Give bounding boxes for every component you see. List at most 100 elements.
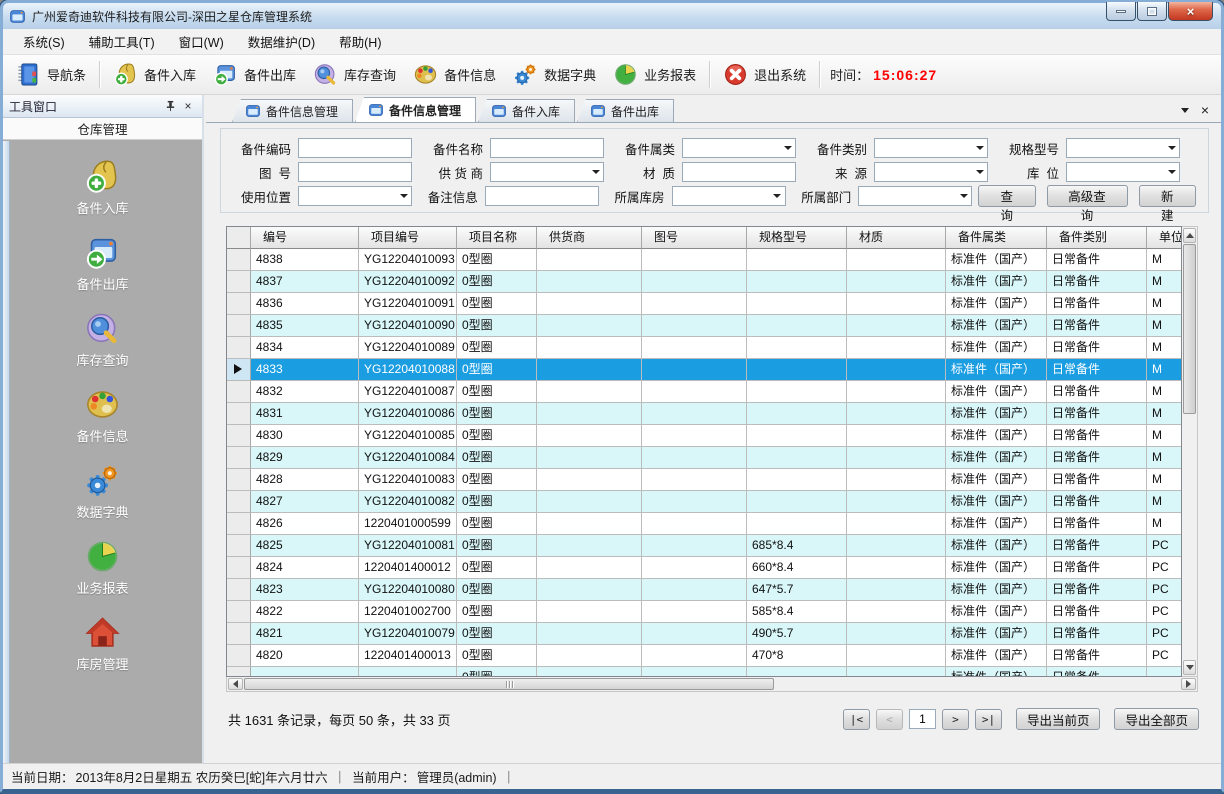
chevron-down-icon[interactable]: [1164, 163, 1179, 181]
tab-parts-in[interactable]: 备件入库: [478, 99, 575, 122]
tab-list-dropdown-icon[interactable]: [1179, 104, 1191, 116]
search-field-input[interactable]: [299, 163, 411, 181]
first-page-button[interactable]: |<: [843, 709, 870, 730]
export-current-page-button[interactable]: 导出当前页: [1016, 708, 1101, 730]
column-header[interactable]: 备件类别: [1047, 227, 1147, 249]
tab-parts-info-mgmt-2[interactable]: 备件信息管理: [355, 97, 476, 122]
previous-page-button[interactable]: <: [876, 709, 903, 730]
sidebar-item-data-dict[interactable]: 数据字典: [43, 461, 163, 521]
column-header[interactable]: 规格型号: [747, 227, 847, 249]
table-row[interactable]: 4836 YG12204010091 0型圈 标准件（国产） 日常备件 M: [227, 293, 1181, 315]
last-page-button[interactable]: >|: [975, 709, 1002, 730]
sidebar-item-parts-in[interactable]: 备件入库: [43, 157, 163, 217]
chevron-down-icon[interactable]: [956, 187, 971, 205]
vertical-scrollbar[interactable]: [1182, 226, 1198, 677]
chevron-down-icon[interactable]: [780, 139, 795, 157]
toolbar-button-parts-in[interactable]: 备件入库: [104, 57, 204, 92]
table-row[interactable]: 4821 YG12204010079 0型圈 490*5.7 标准件（国产） 日…: [227, 623, 1181, 645]
table-row[interactable]: 4838 YG12204010093 0型圈 标准件（国产） 日常备件 M: [227, 249, 1181, 271]
sidebar-item-reports[interactable]: 业务报表: [43, 537, 163, 597]
search-field-input[interactable]: [491, 139, 603, 157]
search-field-input[interactable]: [299, 139, 411, 157]
menu-help[interactable]: 帮助(H): [327, 28, 393, 55]
horizontal-scroll-thumb[interactable]: [244, 678, 774, 690]
sidebar-item-warehouse-mgmt[interactable]: 库房管理: [43, 613, 163, 673]
tab-close-icon[interactable]: ×: [1201, 104, 1209, 116]
search-field-input[interactable]: [491, 163, 588, 181]
chevron-down-icon[interactable]: [396, 187, 411, 205]
column-header[interactable]: 备件属类: [946, 227, 1047, 249]
search-field-input[interactable]: [859, 187, 956, 205]
table-row[interactable]: 4822 1220401002700 0型圈 585*8.4 标准件（国产） 日…: [227, 601, 1181, 623]
chevron-down-icon[interactable]: [1164, 139, 1179, 157]
export-all-pages-button[interactable]: 导出全部页: [1114, 708, 1199, 730]
chevron-down-icon[interactable]: [972, 139, 987, 157]
maximize-button[interactable]: [1137, 2, 1167, 21]
toolbar-button-parts-out[interactable]: 备件出库: [204, 57, 304, 92]
search-field-input[interactable]: [875, 163, 972, 181]
sidebar-item-parts-info[interactable]: 备件信息: [43, 385, 163, 445]
table-row[interactable]: 4828 YG12204010083 0型圈 标准件（国产） 日常备件 M: [227, 469, 1181, 491]
sidebar-item-stock-query[interactable]: 库存查询: [43, 309, 163, 369]
column-header[interactable]: 项目编号: [359, 227, 457, 249]
chevron-down-icon[interactable]: [972, 163, 987, 181]
chevron-down-icon[interactable]: [770, 187, 785, 205]
advanced-query-button[interactable]: 高级查询: [1047, 185, 1128, 207]
query-button[interactable]: 查询: [978, 185, 1035, 207]
toolbar-button-stock-query[interactable]: 库存查询: [304, 57, 404, 92]
table-row[interactable]: 4823 YG12204010080 0型圈 647*5.7 标准件（国产） 日…: [227, 579, 1181, 601]
table-row[interactable]: 0型圈 标准件（国产） 日常备件: [227, 667, 1181, 676]
toolbar-button-parts-info[interactable]: 备件信息: [404, 57, 504, 92]
tab-parts-info-mgmt-1[interactable]: 备件信息管理: [232, 99, 353, 122]
table-row[interactable]: 4825 YG12204010081 0型圈 685*8.4 标准件（国产） 日…: [227, 535, 1181, 557]
menu-tools[interactable]: 辅助工具(T): [77, 28, 167, 55]
table-row[interactable]: 4835 YG12204010090 0型圈 标准件（国产） 日常备件 M: [227, 315, 1181, 337]
toolbar-button-reports[interactable]: 业务报表: [604, 57, 704, 92]
column-header[interactable]: 材质: [847, 227, 946, 249]
create-button[interactable]: 新建: [1139, 185, 1196, 207]
pin-icon[interactable]: [162, 98, 178, 114]
table-row[interactable]: 4830 YG12204010085 0型圈 标准件（国产） 日常备件 M: [227, 425, 1181, 447]
toolbar-button-exit[interactable]: 退出系统: [714, 57, 814, 92]
search-field-input[interactable]: [683, 139, 780, 157]
search-field-input[interactable]: [673, 187, 770, 205]
menu-window[interactable]: 窗口(W): [167, 28, 236, 55]
search-field-input[interactable]: [486, 187, 598, 205]
search-field-input[interactable]: [875, 139, 972, 157]
table-row[interactable]: 4837 YG12204010092 0型圈 标准件（国产） 日常备件 M: [227, 271, 1181, 293]
column-header[interactable]: 编号: [251, 227, 359, 249]
table-row[interactable]: 4829 YG12204010084 0型圈 标准件（国产） 日常备件 M: [227, 447, 1181, 469]
page-number-input[interactable]: [909, 709, 936, 729]
search-field-input[interactable]: [683, 163, 795, 181]
search-field-input[interactable]: [1067, 163, 1164, 181]
minimize-button[interactable]: [1106, 2, 1136, 21]
sidebar-item-parts-out[interactable]: 备件出库: [43, 233, 163, 293]
tab-parts-out[interactable]: 备件出库: [577, 99, 674, 122]
table-row[interactable]: 4831 YG12204010086 0型圈 标准件（国产） 日常备件 M: [227, 403, 1181, 425]
scroll-down-icon[interactable]: [1183, 660, 1196, 675]
table-row[interactable]: 4827 YG12204010082 0型圈 标准件（国产） 日常备件 M: [227, 491, 1181, 513]
table-row[interactable]: 4834 YG12204010089 0型圈 标准件（国产） 日常备件 M: [227, 337, 1181, 359]
table-row[interactable]: 4826 1220401000599 0型圈 标准件（国产） 日常备件 M: [227, 513, 1181, 535]
column-header[interactable]: 单位: [1147, 227, 1181, 249]
sidebar-close-icon[interactable]: ×: [180, 98, 196, 114]
column-header[interactable]: 供货商: [537, 227, 642, 249]
scroll-up-icon[interactable]: [1183, 228, 1196, 243]
close-button[interactable]: ×: [1168, 2, 1213, 21]
column-header[interactable]: 图号: [642, 227, 747, 249]
table-row[interactable]: 4820 1220401400013 0型圈 470*8 标准件（国产） 日常备…: [227, 645, 1181, 667]
next-page-button[interactable]: >: [942, 709, 969, 730]
horizontal-scrollbar[interactable]: [226, 677, 1198, 692]
search-field-input[interactable]: [299, 187, 396, 205]
sidebar-section-warehouse[interactable]: 仓库管理: [3, 118, 202, 140]
menu-data-maintenance[interactable]: 数据维护(D): [236, 28, 327, 55]
search-field-input[interactable]: [1067, 139, 1164, 157]
scroll-right-icon[interactable]: [1181, 678, 1196, 690]
scroll-left-icon[interactable]: [228, 678, 243, 690]
toolbar-button-data-dict[interactable]: 数据字典: [504, 57, 604, 92]
table-row[interactable]: 4833 YG12204010088 0型圈 标准件（国产） 日常备件 M: [227, 359, 1181, 381]
table-row[interactable]: 4824 1220401400012 0型圈 660*8.4 标准件（国产） 日…: [227, 557, 1181, 579]
chevron-down-icon[interactable]: [588, 163, 603, 181]
vertical-scroll-thumb[interactable]: [1183, 244, 1196, 414]
column-header[interactable]: 项目名称: [457, 227, 537, 249]
